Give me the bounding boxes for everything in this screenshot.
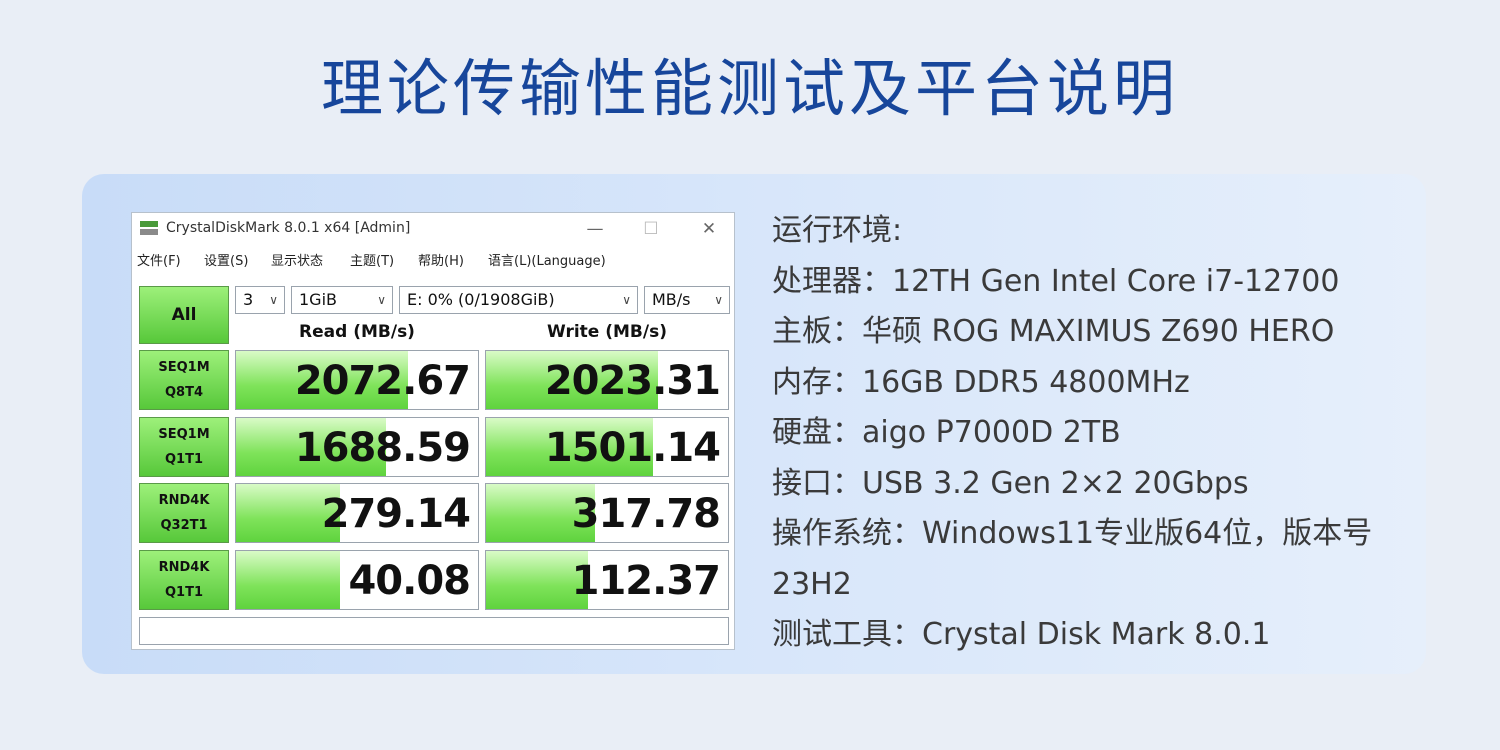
- app-icon: [140, 221, 158, 235]
- test-queue: Q32T1: [160, 518, 208, 533]
- test-name: SEQ1M: [158, 427, 210, 442]
- test-queue: Q1T1: [164, 585, 203, 600]
- size-select[interactable]: 1GiB ∨: [291, 286, 393, 314]
- test-queue: Q8T4: [164, 385, 203, 400]
- drive-select[interactable]: E: 0% (0/1908GiB) ∨: [399, 286, 638, 314]
- write-column-header: Write (MB/s): [547, 322, 667, 342]
- spec-line: 23H2: [772, 566, 852, 602]
- write-result-cell: 112.37: [485, 550, 729, 610]
- menu-language[interactable]: 语言(L)(Language): [488, 250, 606, 269]
- test-name: RND4K: [158, 560, 210, 575]
- window-title: CrystalDiskMark 8.0.1 x64 [Admin]: [166, 220, 411, 236]
- read-result-value: 1688.59: [294, 425, 471, 471]
- read-result-value: 2072.67: [294, 358, 471, 404]
- test-button[interactable]: RND4K Q1T1: [139, 550, 229, 610]
- spec-line: 内存：16GB DDR5 4800MHz: [772, 364, 1190, 400]
- menu-settings[interactable]: 设置(S): [204, 250, 248, 269]
- count-value: 3: [243, 290, 254, 309]
- chevron-down-icon: ∨: [714, 293, 723, 307]
- read-column-header: Read (MB/s): [299, 322, 415, 342]
- chevron-down-icon: ∨: [269, 293, 278, 307]
- close-button[interactable]: ✕: [692, 215, 726, 243]
- read-result-cell: 279.14: [235, 483, 479, 543]
- write-result-value: 1501.14: [544, 425, 721, 471]
- count-select[interactable]: 3 ∨: [235, 286, 285, 314]
- menu-status[interactable]: 显示状态: [271, 250, 323, 269]
- crystaldiskmark-window: CrystalDiskMark 8.0.1 x64 [Admin] — ☐ ✕ …: [131, 212, 735, 650]
- test-button[interactable]: SEQ1M Q1T1: [139, 417, 229, 477]
- spec-line: 测试工具：Crystal Disk Mark 8.0.1: [772, 617, 1271, 652]
- spec-line: 接口：USB 3.2 Gen 2×2 20Gbps: [772, 465, 1249, 501]
- write-result-value: 112.37: [571, 558, 721, 604]
- write-result-cell: 1501.14: [485, 417, 729, 477]
- write-result-cell: 317.78: [485, 483, 729, 543]
- title-bar[interactable]: CrystalDiskMark 8.0.1 x64 [Admin] — ☐ ✕: [132, 213, 734, 245]
- write-result-cell: 2023.31: [485, 350, 729, 410]
- read-result-value: 279.14: [321, 491, 471, 537]
- spec-line: 操作系统：Windows11专业版64位，版本号: [772, 516, 1373, 551]
- read-result-bar: [236, 551, 341, 609]
- menu-file[interactable]: 文件(F): [137, 250, 181, 269]
- unit-value: MB/s: [652, 290, 691, 309]
- unit-select[interactable]: MB/s ∨: [644, 286, 730, 314]
- minimize-button[interactable]: —: [578, 215, 612, 243]
- spec-line: 硬盘：aigo P7000D 2TB: [772, 415, 1121, 450]
- chevron-down-icon: ∨: [377, 293, 386, 307]
- menu-help[interactable]: 帮助(H): [418, 250, 464, 269]
- all-button[interactable]: All: [139, 286, 229, 344]
- menu-theme[interactable]: 主题(T): [350, 250, 394, 269]
- write-result-value: 317.78: [571, 491, 721, 537]
- test-name: RND4K: [158, 493, 210, 508]
- chevron-down-icon: ∨: [622, 293, 631, 307]
- spec-line: 运行环境:: [772, 213, 903, 248]
- test-button[interactable]: RND4K Q32T1: [139, 483, 229, 543]
- status-bar: [139, 617, 729, 645]
- read-result-value: 40.08: [348, 558, 471, 604]
- maximize-button[interactable]: ☐: [634, 215, 668, 243]
- test-queue: Q1T1: [164, 452, 203, 467]
- read-result-cell: 1688.59: [235, 417, 479, 477]
- test-name: SEQ1M: [158, 360, 210, 375]
- spec-line: 主板：华硕 ROG MAXIMUS Z690 HERO: [772, 314, 1335, 349]
- platform-specs: 运行环境: 处理器：12TH Gen Intel Core i7-12700 主板：…: [772, 206, 1402, 661]
- menu-bar: 文件(F) 设置(S) 显示状态 主题(T) 帮助(H) 语言(L)(Langu…: [132, 247, 734, 271]
- read-result-cell: 2072.67: [235, 350, 479, 410]
- test-button[interactable]: SEQ1M Q8T4: [139, 350, 229, 410]
- size-value: 1GiB: [299, 290, 337, 309]
- spec-line: 处理器：12TH Gen Intel Core i7-12700: [772, 263, 1340, 299]
- page-title: 理论传输性能测试及平台说明: [320, 52, 1179, 125]
- read-result-cell: 40.08: [235, 550, 479, 610]
- write-result-value: 2023.31: [544, 358, 721, 404]
- drive-value: E: 0% (0/1908GiB): [407, 290, 555, 309]
